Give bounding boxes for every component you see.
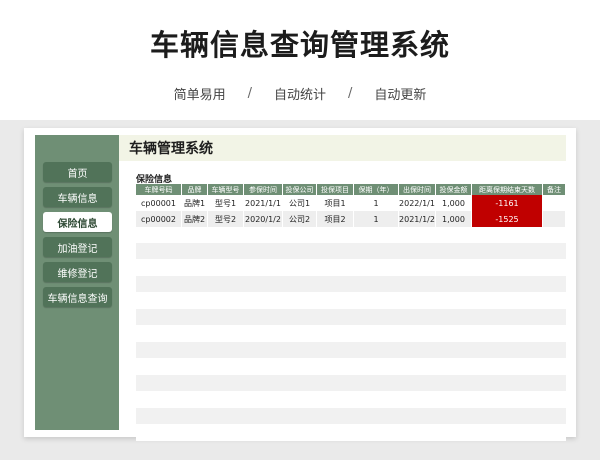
row-gap (136, 392, 566, 408)
column-header[interactable]: 品牌 (182, 184, 208, 195)
row-gap (136, 227, 566, 243)
sidebar-item-vehicle-info[interactable]: 车辆信息 (43, 187, 112, 207)
remark-cell[interactable] (543, 211, 566, 227)
remark-cell[interactable] (543, 195, 566, 211)
row-gap (136, 260, 566, 276)
expiry-date-cell[interactable]: 2021/1/2 (399, 211, 436, 227)
table-row: cp00001 品牌1 型号1 2021/1/1 公司1 项目1 1 2022/… (136, 195, 566, 211)
feature-easy: 简单易用 (173, 88, 226, 103)
term-cell[interactable]: 1 (354, 211, 399, 227)
insurer-cell[interactable]: 公司1 (283, 195, 317, 211)
column-header[interactable]: 距离保期结束天数 (472, 184, 543, 195)
model-cell[interactable]: 型号2 (208, 211, 244, 227)
column-header[interactable]: 车牌号码 (136, 184, 182, 195)
table-row: cp00002 品牌2 型号2 2020/1/2 公司2 项目2 1 2021/… (136, 211, 566, 227)
table-header-row: 车牌号码 品牌 车辆型号 参保时间 投保公司 投保项目 保期（年） 出保时间 投… (136, 184, 566, 195)
sidebar: 首页 车辆信息 保险信息 加油登记 维修登记 车辆信息查询 (35, 135, 119, 430)
insured-date-cell[interactable]: 2020/1/2 (244, 211, 283, 227)
plate-cell[interactable]: cp00001 (136, 195, 182, 211)
insured-date-cell[interactable]: 2021/1/1 (244, 195, 283, 211)
sidebar-item-insurance-info[interactable]: 保险信息 (43, 212, 112, 232)
column-header[interactable]: 出保时间 (399, 184, 436, 195)
sidebar-item-refuel-log[interactable]: 加油登记 (43, 237, 112, 257)
row-gap (136, 425, 566, 441)
brand-cell[interactable]: 品牌1 (182, 195, 208, 211)
insurance-table: 车牌号码 品牌 车辆型号 参保时间 投保公司 投保项目 保期（年） 出保时间 投… (136, 184, 566, 441)
separator: / (247, 86, 252, 101)
amount-cell[interactable]: 1,000 (436, 195, 472, 211)
days-remaining-cell[interactable]: -1161 (472, 195, 543, 211)
amount-cell[interactable]: 1,000 (436, 211, 472, 227)
feature-auto-update: 自动更新 (374, 88, 427, 103)
model-cell[interactable]: 型号1 (208, 195, 244, 211)
coverage-cell[interactable]: 项目2 (317, 211, 354, 227)
feature-tagline: 简单易用 / 自动统计 / 自动更新 (0, 84, 600, 103)
column-header[interactable]: 备注 (543, 184, 566, 195)
banner-title: 车辆信息查询管理系统 (149, 28, 450, 62)
sidebar-item-vehicle-query[interactable]: 车辆信息查询 (43, 287, 112, 307)
empty-row[interactable] (136, 276, 566, 293)
brand-cell[interactable]: 品牌2 (182, 211, 208, 227)
days-remaining-cell[interactable]: -1525 (472, 211, 543, 227)
row-gap (136, 326, 566, 342)
coverage-cell[interactable]: 项目1 (317, 195, 354, 211)
empty-row[interactable] (136, 243, 566, 260)
page-title: 车辆管理系统 (119, 135, 566, 161)
plate-cell[interactable]: cp00002 (136, 211, 182, 227)
column-header[interactable]: 投保金额 (436, 184, 472, 195)
insurer-cell[interactable]: 公司2 (283, 211, 317, 227)
empty-row[interactable] (136, 309, 566, 326)
column-header[interactable]: 投保项目 (317, 184, 354, 195)
sidebar-item-repair-log[interactable]: 维修登记 (43, 262, 112, 282)
column-header[interactable]: 投保公司 (283, 184, 317, 195)
expiry-date-cell[interactable]: 2022/1/1 (399, 195, 436, 211)
column-header[interactable]: 车辆型号 (208, 184, 244, 195)
sidebar-item-home[interactable]: 首页 (43, 162, 112, 182)
separator: / (348, 86, 353, 101)
feature-auto-stats: 自动统计 (273, 88, 326, 103)
row-gap (136, 293, 566, 309)
empty-row[interactable] (136, 342, 566, 359)
term-cell[interactable]: 1 (354, 195, 399, 211)
empty-row[interactable] (136, 408, 566, 425)
column-header[interactable]: 参保时间 (244, 184, 283, 195)
row-gap (136, 359, 566, 375)
column-header[interactable]: 保期（年） (354, 184, 399, 195)
empty-row[interactable] (136, 375, 566, 392)
